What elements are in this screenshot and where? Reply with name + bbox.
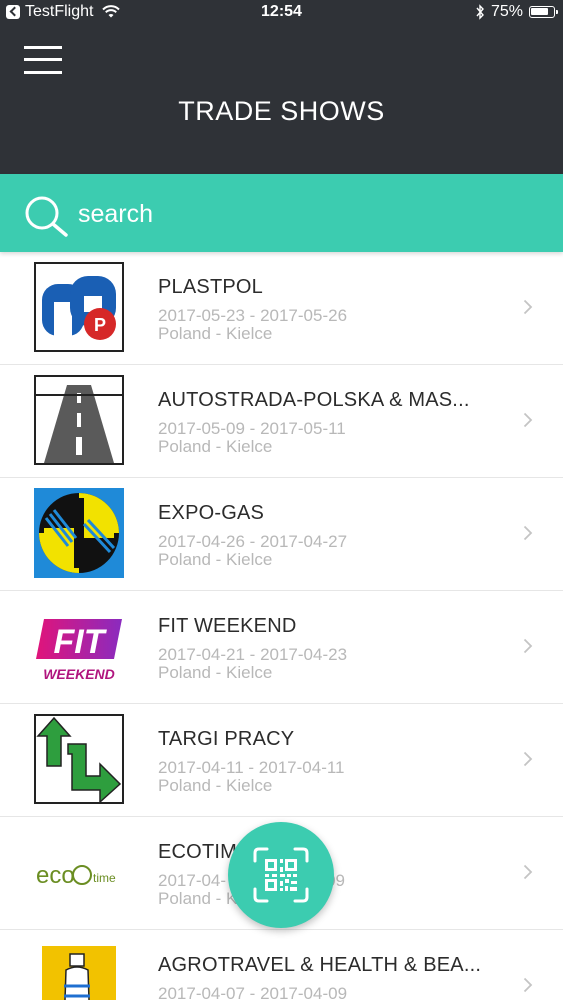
status-right: 75% bbox=[475, 3, 558, 21]
item-dates: 2017-04-11 - 2017-04-11 bbox=[158, 758, 345, 777]
menu-line bbox=[24, 71, 62, 74]
item-text: FIT WEEKEND 2017-04-21 - 2017-04-23 Pola… bbox=[158, 615, 488, 682]
item-location: Poland - Kielce bbox=[158, 776, 273, 795]
weekend-logo-text: WEEKEND bbox=[43, 666, 115, 682]
bluetooth-icon bbox=[476, 4, 484, 20]
battery-icon bbox=[529, 6, 558, 18]
item-location: Poland - Kielce bbox=[158, 324, 273, 343]
svg-text:P: P bbox=[94, 315, 106, 335]
list-item-agrotravel[interactable]: AGROTRAVEL & HEALTH & BEA... 2017-04-07 … bbox=[0, 930, 563, 1000]
item-dates: 2017-04-21 - 2017-04-23 bbox=[158, 645, 348, 664]
expo-gas-logo bbox=[34, 488, 124, 578]
list-item-autostrada[interactable]: AUTOSTRADA-POLSKA & MAS... 2017-05-09 - … bbox=[0, 365, 563, 478]
agrotravel-logo bbox=[34, 940, 124, 1000]
status-bar: TestFlight 12:54 75% bbox=[0, 0, 563, 26]
chevron-right-icon bbox=[523, 751, 533, 767]
fit-weekend-logo: FIT WEEKEND bbox=[34, 601, 124, 691]
chevron-right-icon bbox=[523, 299, 533, 315]
targi-pracy-logo bbox=[34, 714, 124, 804]
search-icon[interactable] bbox=[22, 194, 70, 238]
qr-code-icon bbox=[253, 847, 309, 903]
menu-line bbox=[24, 58, 62, 61]
hamburger-icon[interactable] bbox=[24, 44, 62, 76]
item-dates: 2017-04-07 - 2017-04-09 bbox=[158, 984, 348, 1000]
page-title: TRADE SHOWS bbox=[178, 96, 385, 126]
list-item-targi-pracy[interactable]: TARGI PRACY 2017-04-11 - 2017-04-11 Pola… bbox=[0, 704, 563, 817]
item-text: AUTOSTRADA-POLSKA & MAS... 2017-05-09 - … bbox=[158, 389, 488, 456]
item-name: EXPO-GAS bbox=[158, 502, 265, 524]
app-header: TRADE SHOWS bbox=[0, 26, 563, 174]
item-dates: 2017-04-26 - 2017-04-27 bbox=[158, 532, 348, 551]
chevron-right-icon bbox=[523, 864, 533, 880]
autostrada-logo bbox=[34, 375, 124, 465]
menu-line bbox=[24, 46, 62, 49]
chevron-right-icon bbox=[523, 525, 533, 541]
item-location: Poland - Kielce bbox=[158, 663, 273, 682]
item-name: AGROTRAVEL & HEALTH & BEA... bbox=[158, 954, 482, 976]
fit-logo-text: FIT bbox=[54, 623, 108, 661]
item-dates-start: 2017-04- bbox=[158, 871, 227, 890]
plastpol-logo: P bbox=[34, 262, 124, 352]
chevron-right-icon bbox=[523, 412, 533, 428]
chevron-right-icon bbox=[523, 977, 533, 993]
item-name: TARGI PRACY bbox=[158, 728, 295, 750]
item-text: TARGI PRACY 2017-04-11 - 2017-04-11 Pola… bbox=[158, 728, 488, 795]
item-dates: 2017-05-23 - 2017-05-26 bbox=[158, 306, 348, 325]
item-text: PLASTPOL 2017-05-23 - 2017-05-26 Poland … bbox=[158, 276, 488, 343]
item-dates: 2017-05-09 - 2017-05-11 bbox=[158, 419, 346, 438]
item-name: PLASTPOL bbox=[158, 276, 263, 298]
qr-scan-button[interactable] bbox=[228, 822, 334, 928]
chevron-right-icon bbox=[523, 638, 533, 654]
item-location: Poland - Kielce bbox=[158, 437, 273, 456]
eco-logo-text: eco bbox=[36, 862, 75, 889]
list-item-fit-weekend[interactable]: FIT WEEKEND FIT WEEKEND 2017-04-21 - 201… bbox=[0, 591, 563, 704]
battery-percent: 75% bbox=[490, 3, 523, 20]
item-name: AUTOSTRADA-POLSKA & MAS... bbox=[158, 389, 470, 411]
item-text: EXPO-GAS 2017-04-26 - 2017-04-27 Poland … bbox=[158, 502, 488, 569]
item-location: Poland - Kielce bbox=[158, 550, 273, 569]
time-logo-text: time bbox=[93, 871, 116, 885]
ecotime-logo: eco time bbox=[34, 827, 124, 917]
item-name: FIT WEEKEND bbox=[158, 615, 297, 637]
item-text: AGROTRAVEL & HEALTH & BEA... 2017-04-07 … bbox=[158, 954, 488, 1000]
search-input[interactable] bbox=[78, 194, 538, 234]
list-item-expo-gas[interactable]: EXPO-GAS 2017-04-26 - 2017-04-27 Poland … bbox=[0, 478, 563, 591]
list-item-plastpol[interactable]: P PLASTPOL 2017-05-23 - 2017-05-26 Polan… bbox=[0, 252, 563, 365]
search-bar bbox=[0, 174, 563, 252]
